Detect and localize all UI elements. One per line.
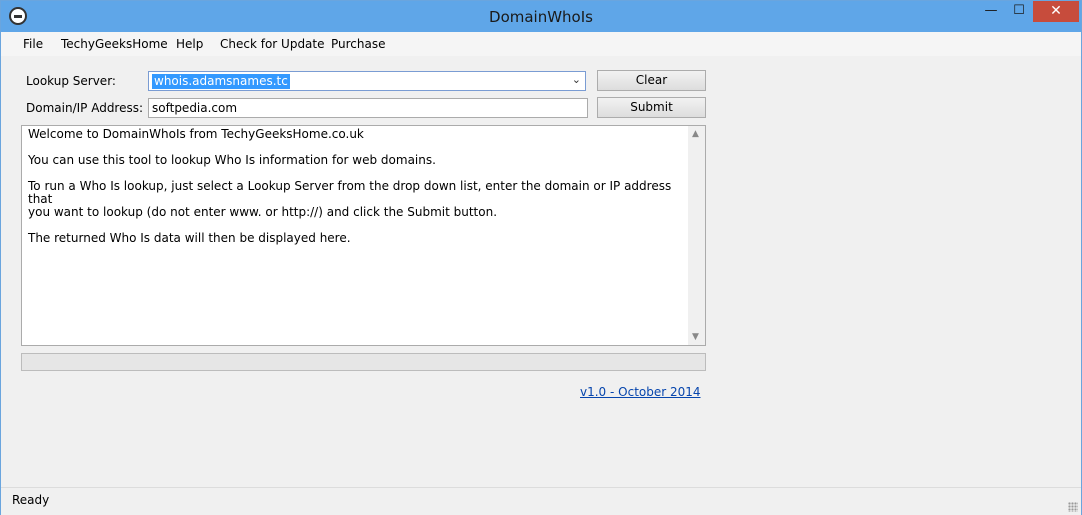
title-bar[interactable]: DomainWhoIs — ☐ ✕ <box>1 1 1081 32</box>
status-text: Ready <box>12 493 50 507</box>
whois-output-area[interactable]: Welcome to DomainWhoIs from TechyGeeksHo… <box>21 125 706 346</box>
menu-techygeekshome[interactable]: TechyGeeksHome <box>61 37 168 51</box>
lookup-server-label: Lookup Server: <box>26 74 116 88</box>
domain-ip-input[interactable]: softpedia.com <box>148 98 588 118</box>
resize-grip-icon[interactable] <box>1068 502 1078 512</box>
menu-check-for-update[interactable]: Check for Update <box>220 37 325 51</box>
version-link[interactable]: v1.0 - October 2014 <box>580 385 701 399</box>
progress-bar <box>21 353 706 371</box>
whois-output-text: Welcome to DomainWhoIs from TechyGeeksHo… <box>28 127 672 245</box>
chevron-down-icon[interactable]: ⌄ <box>572 73 581 86</box>
domain-ip-label: Domain/IP Address: <box>26 101 144 115</box>
minimize-button[interactable]: — <box>978 1 1004 22</box>
menu-bar: File TechyGeeksHome Help Check for Updat… <box>1 32 1081 56</box>
menu-purchase[interactable]: Purchase <box>331 37 386 51</box>
lookup-server-select[interactable]: whois.adamsnames.tc ⌄ <box>148 71 586 91</box>
arrow-up-icon[interactable]: ▲ <box>692 129 699 139</box>
submit-button[interactable]: Submit <box>597 97 706 118</box>
menu-file[interactable]: File <box>23 37 43 51</box>
arrow-down-icon[interactable]: ▼ <box>692 332 699 342</box>
status-bar: Ready <box>1 487 1081 515</box>
window-title: DomainWhoIs <box>489 8 593 26</box>
menu-help[interactable]: Help <box>176 37 203 51</box>
maximize-button[interactable]: ☐ <box>1006 1 1032 22</box>
clear-button[interactable]: Clear <box>597 70 706 91</box>
lookup-server-value: whois.adamsnames.tc <box>152 74 290 89</box>
close-button[interactable]: ✕ <box>1033 1 1079 22</box>
vertical-scrollbar[interactable]: ▲ ▼ <box>688 126 705 345</box>
app-window: DomainWhoIs — ☐ ✕ File TechyGeeksHome He… <box>0 0 1082 515</box>
